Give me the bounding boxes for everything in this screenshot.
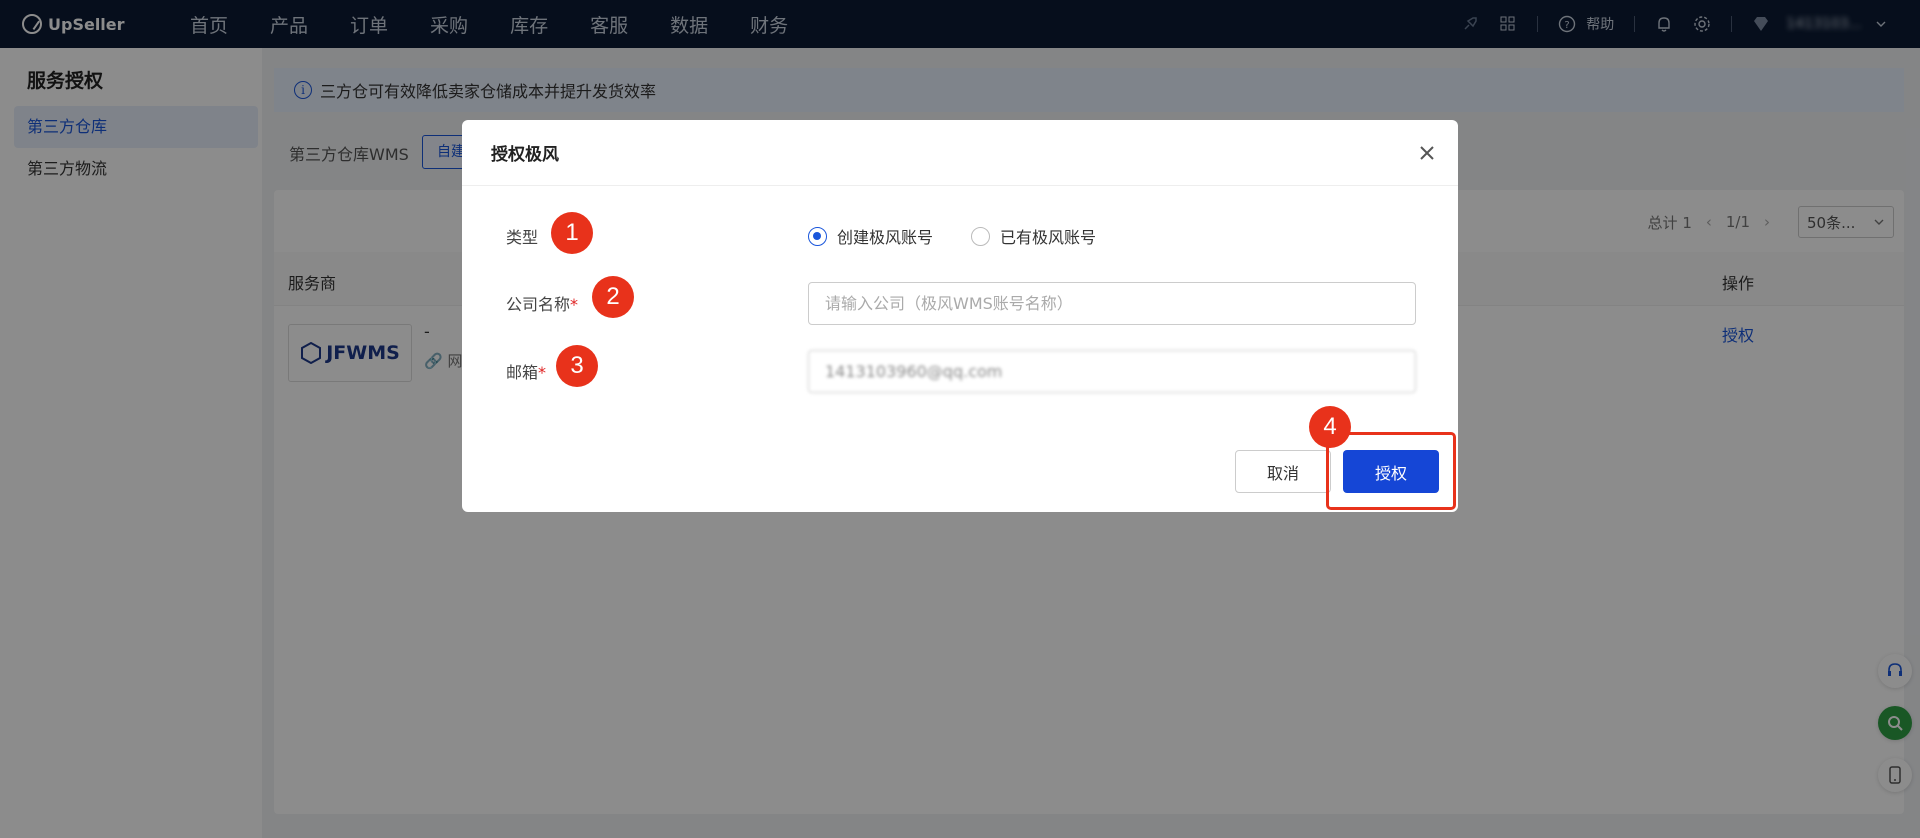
account-type-radio-group: 创建极风账号 已有极风账号 (808, 224, 1134, 248)
email-label-text: 邮箱 (506, 363, 539, 382)
annotation-badge-3: 3 (556, 345, 598, 387)
radio-label: 已有极风账号 (1000, 228, 1097, 247)
radio-create-account[interactable]: 创建极风账号 (808, 224, 933, 248)
radio-unchecked-icon (971, 226, 991, 246)
annotation-badge-4: 4 (1309, 406, 1351, 448)
company-name-input[interactable] (808, 282, 1416, 325)
close-icon[interactable] (1416, 142, 1438, 164)
radio-checked-icon (808, 226, 827, 246)
authorize-modal: 授权极风 类型 1 创建极风账号 已有极风账号 公司名称* 2 邮箱* 3 取消… (462, 120, 1458, 512)
company-name-label: 公司名称* (506, 291, 578, 315)
annotation-badge-1: 1 (551, 212, 593, 254)
radio-existing-account[interactable]: 已有极风账号 (971, 224, 1096, 248)
email-input[interactable] (808, 350, 1416, 393)
email-label: 邮箱* (506, 359, 546, 383)
type-label: 类型 (506, 228, 539, 247)
cancel-button[interactable]: 取消 (1235, 450, 1331, 493)
required-mark: * (570, 295, 579, 314)
required-mark: * (538, 363, 547, 382)
modal-header: 授权极风 (462, 120, 1458, 186)
highlight-box (1326, 432, 1456, 510)
modal-title: 授权极风 (491, 145, 559, 165)
annotation-badge-2: 2 (592, 276, 634, 318)
radio-label: 创建极风账号 (837, 228, 934, 247)
company-name-label-text: 公司名称 (506, 295, 571, 314)
